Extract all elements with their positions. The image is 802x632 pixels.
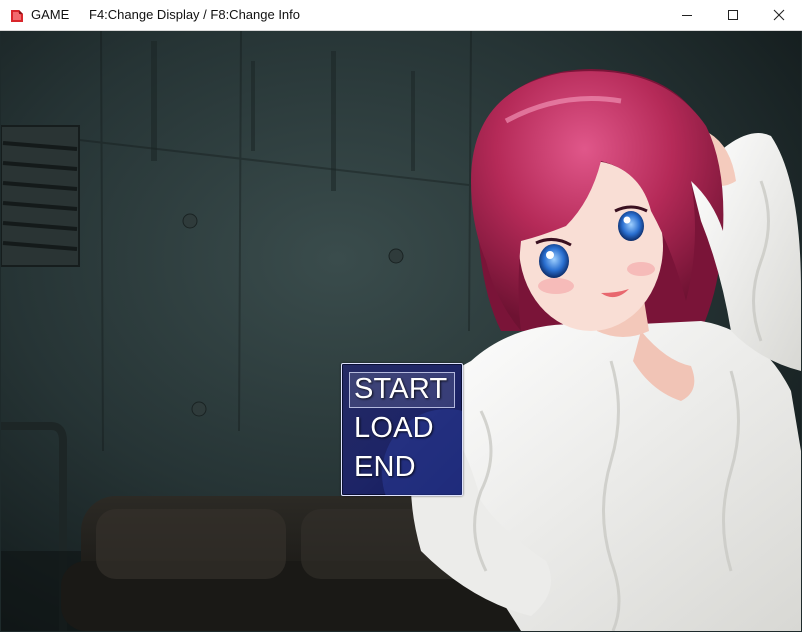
minimize-button[interactable]: [664, 0, 710, 30]
rpg-maker-icon: [9, 8, 25, 24]
title-command-window: START LOAD END: [341, 363, 463, 496]
menu-item-start[interactable]: START: [354, 371, 458, 407]
window-title: GAME: [31, 7, 70, 22]
close-icon: [773, 6, 785, 25]
key-hint: F4:Change Display / F8:Change Info: [89, 7, 301, 22]
minimize-icon: [681, 6, 693, 25]
menu-item-end[interactable]: END: [354, 449, 458, 485]
title-scene: [1, 31, 801, 631]
maximize-button[interactable]: [710, 0, 756, 30]
game-window: GAME F4:Change Display / F8:Change Info: [0, 0, 802, 632]
menu-item-load[interactable]: LOAD: [354, 410, 458, 446]
title-bar[interactable]: GAME F4:Change Display / F8:Change Info: [0, 0, 802, 31]
wall-vent: [1, 125, 80, 267]
close-button[interactable]: [756, 0, 802, 30]
game-canvas[interactable]: START LOAD END: [1, 31, 801, 631]
maximize-icon: [727, 6, 739, 25]
